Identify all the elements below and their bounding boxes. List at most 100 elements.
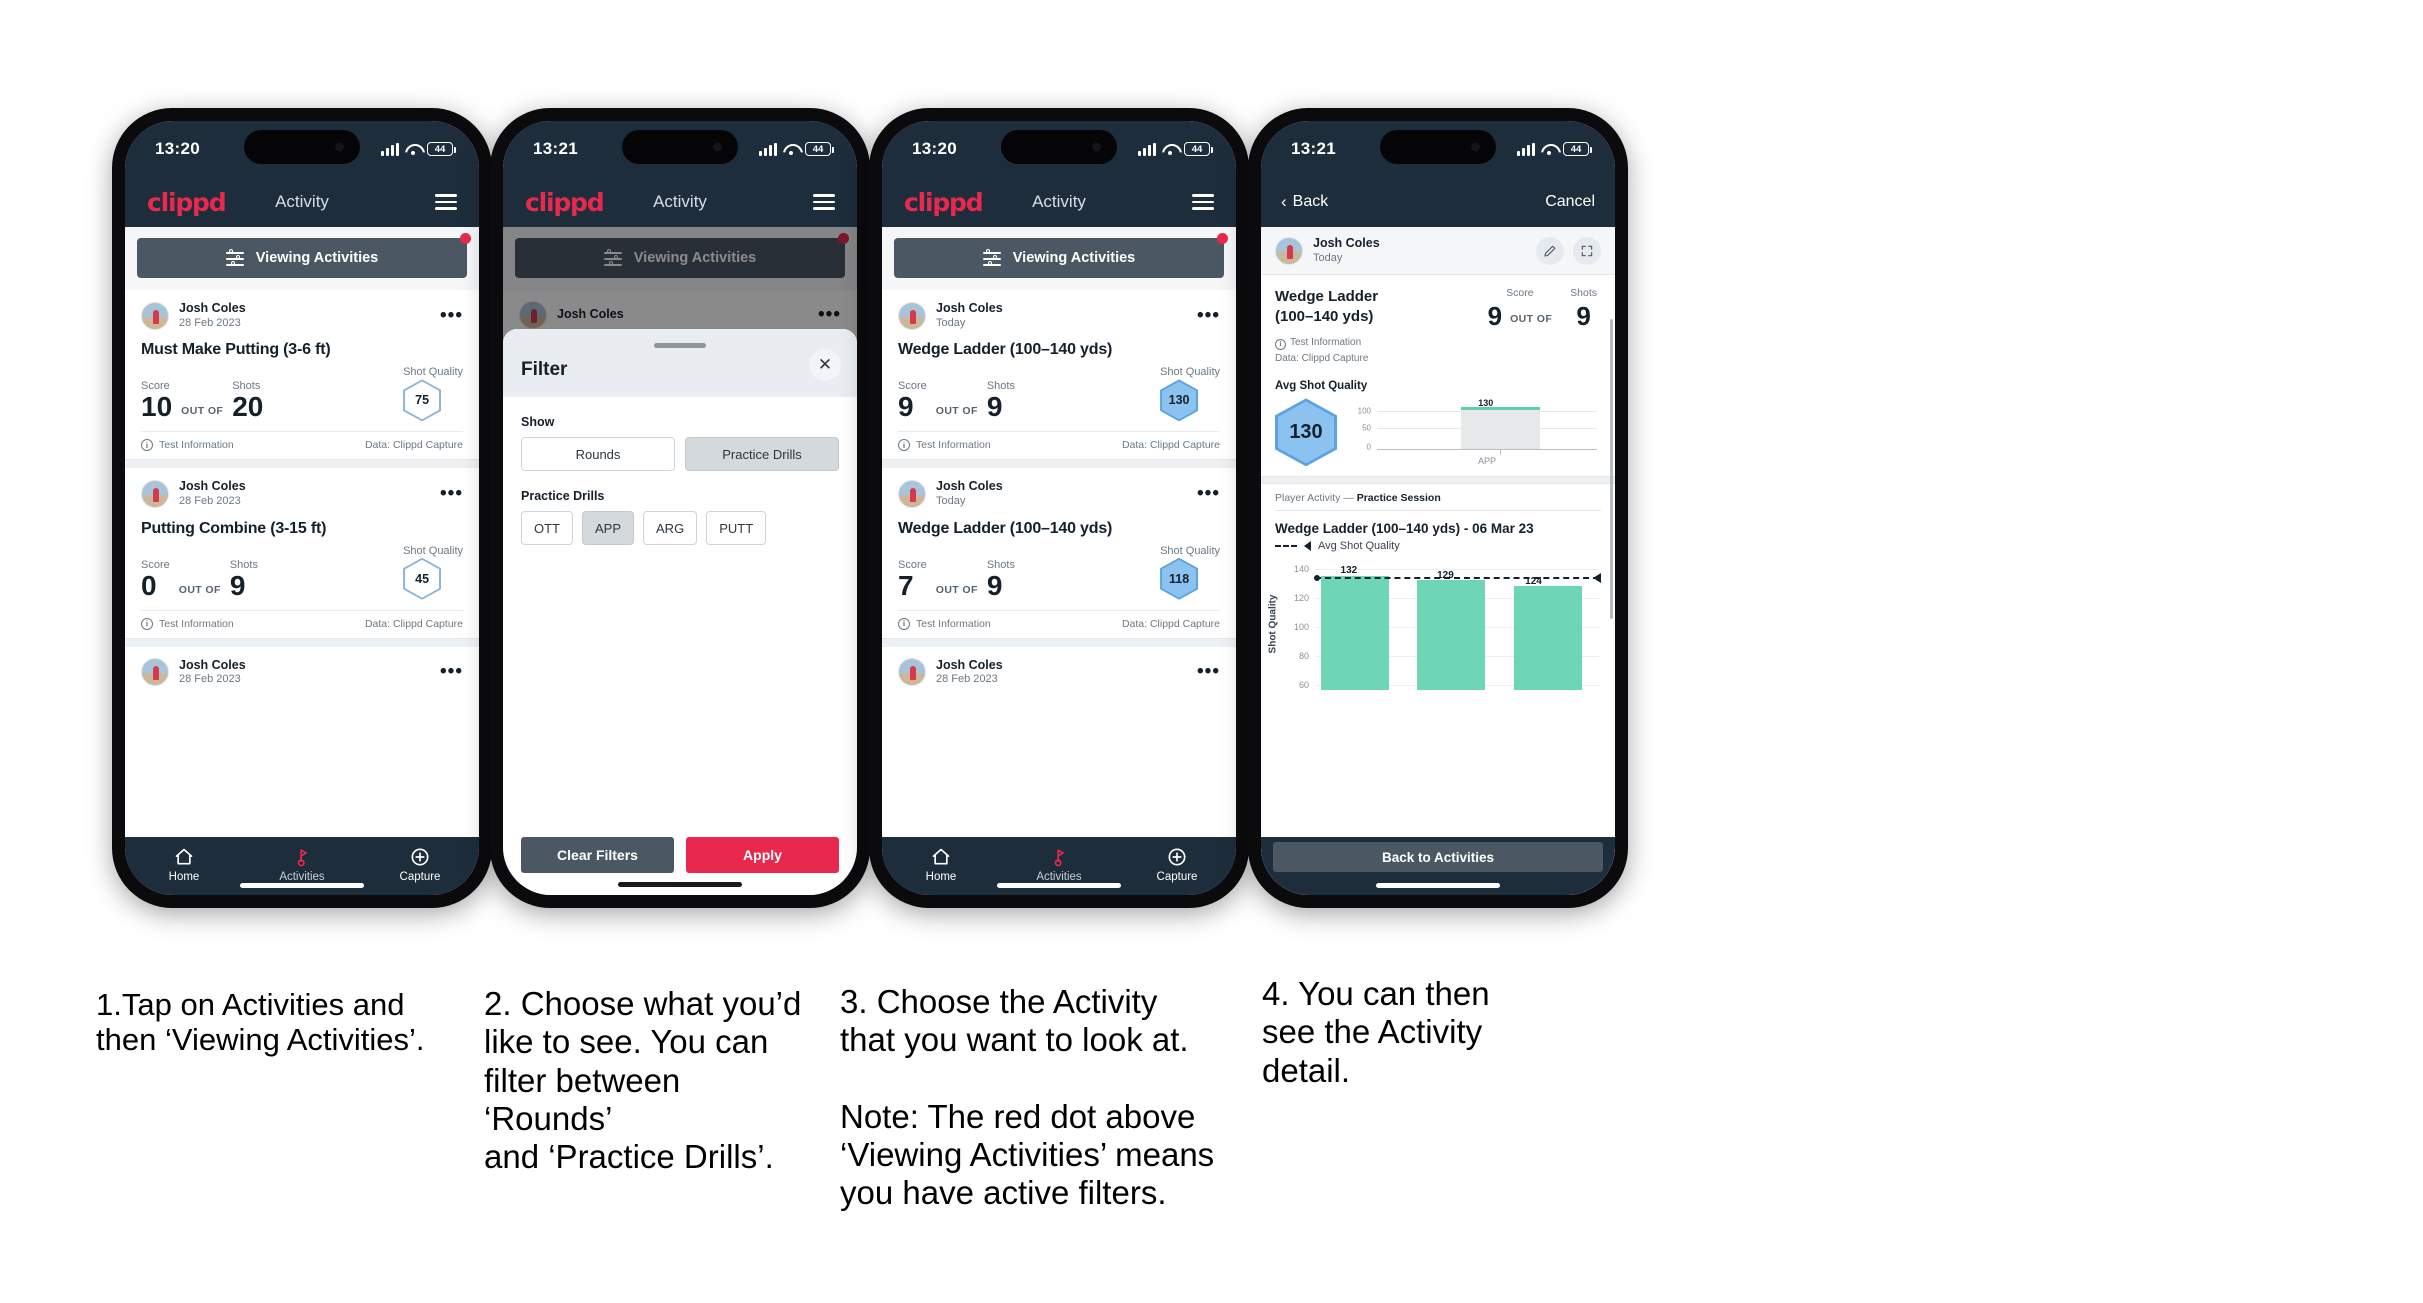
user-name: Josh Coles [179,657,246,672]
drill-chip-putt[interactable]: PUTT [706,511,767,545]
scrollbar[interactable] [1610,319,1613,619]
home-indicator [997,883,1121,888]
battery-level: 44 [812,143,824,155]
tab-home[interactable]: Home [125,846,243,883]
viewing-activities-button[interactable]: Viewing Activities [894,238,1224,278]
shot-quality-hexagon: 130 [1160,379,1199,422]
drill-chip-arg[interactable]: ARG [643,511,698,545]
out-of-label: OUT OF [935,405,978,418]
pencil-icon[interactable] [1536,236,1564,265]
viewing-activities-label: Viewing Activities [255,250,379,266]
data-source-label: Data: Clippd Capture [1275,352,1369,364]
tab-activities[interactable]: Activities [1000,846,1118,883]
activity-card[interactable]: Josh Coles 28 Feb 2023 ••• Must Make Put… [125,290,479,460]
sheet-grabber[interactable] [654,343,706,348]
plus-circle-icon [1118,846,1236,868]
section-divider [1261,476,1615,485]
activity-card[interactable]: Josh Coles Today ••• Wedge Ladder (100–1… [882,468,1236,638]
data-source-label: Data: Clippd Capture [364,439,463,452]
more-options-icon[interactable]: ••• [440,306,463,325]
score-value: 9 [1487,301,1503,332]
activity-card-partial[interactable]: Josh Coles 28 Feb 2023 ••• [125,646,479,688]
viewing-activities-button[interactable]: Viewing Activities [137,238,467,278]
drill-chip-ott[interactable]: OTT [521,511,573,545]
bottom-tab-bar-1: Home Activities Capture [125,837,479,895]
activity-card[interactable]: Josh Coles 28 Feb 2023 ••• Putting Combi… [125,468,479,638]
tab-capture[interactable]: Capture [1118,846,1236,883]
user-info: Josh Coles Today [936,301,1003,330]
ytick: 60 [1298,680,1309,691]
mini-bar-cap [1460,406,1540,410]
page-title: Activity [653,192,707,211]
show-option-rounds[interactable]: Rounds [521,437,675,471]
card-footer: i Test Information Data: Clippd Capture [141,431,463,459]
card-separator [882,459,1236,469]
back-button[interactable]: ‹ Back [1281,192,1328,212]
more-options-icon[interactable]: ••• [1197,484,1220,503]
activity-list-3[interactable]: Josh Coles Today ••• Wedge Ladder (100–1… [882,290,1236,837]
user-info: Josh Coles 28 Feb 2023 [179,658,246,687]
chart-y-axis: 140 120 100 80 60 [1287,558,1311,690]
dynamic-island [1380,130,1496,164]
hamburger-icon[interactable] [1192,190,1214,214]
activity-card-partial[interactable]: Josh Coles 28 Feb 2023 ••• [882,646,1236,688]
shot-quality-bar-chart: Shot Quality 140 120 100 80 60 132 129 1… [1268,558,1601,691]
show-segmented-control: Rounds Practice Drills [521,437,839,471]
more-options-icon[interactable]: ••• [1197,662,1220,681]
detail-title-block: Wedge Ladder (100–140 yds) i Test Informa… [1275,287,1403,366]
more-options-icon[interactable]: ••• [440,662,463,681]
show-option-practice-drills[interactable]: Practice Drills [685,437,839,471]
battery-level: 44 [1570,143,1582,155]
score-column: Score 0 [141,559,170,600]
hamburger-icon[interactable] [435,190,457,214]
average-line-arrow [1593,572,1601,583]
tab-capture[interactable]: Capture [361,846,479,883]
score-value: 0 [141,569,157,601]
chart-bar-label: 132 [1340,564,1358,576]
tab-label: Capture [1156,870,1198,883]
card-header: Josh Coles 28 Feb 2023 ••• [141,658,463,687]
more-options-icon[interactable]: ••• [440,484,463,503]
shots-column: Shots 9 [987,380,1015,421]
drill-chip-app[interactable]: APP [582,511,635,545]
clear-filters-button[interactable]: Clear Filters [521,837,674,873]
tutorial-screenshot: 13:20 44 clippd Activity Viewing Activit… [0,0,2423,1303]
user-info: Josh Coles 28 Feb 2023 [936,658,1003,687]
activity-stats: Score 10 OUT OF Shots 20 Shot Quality 75 [141,361,463,431]
golf-flag-icon [1000,846,1118,868]
avatar [141,480,169,509]
player-activity-subheader: Player Activity — Practice Session [1261,484,1615,511]
dashed-line-icon [1275,545,1297,548]
user-name: Josh Coles [936,479,1003,494]
apply-button[interactable]: Apply [686,837,839,873]
status-icons: 44 [381,142,456,156]
practice-drills-label: Practice Drills [521,489,605,503]
cancel-button[interactable]: Cancel [1545,193,1595,211]
activity-date: Today [936,316,966,329]
avatar [1275,236,1303,265]
score-label: Score [898,558,927,571]
status-time: 13:20 [155,139,200,158]
shot-quality-group: Shot Quality 45 [403,545,463,600]
activity-date: 28 Feb 2023 [179,495,241,507]
shot-quality-group: Shot Quality 75 [403,366,463,422]
score-group: Score 9 OUT OF Shots 9 [898,380,1015,421]
dynamic-island [244,130,360,164]
tab-activities[interactable]: Activities [243,846,361,883]
close-icon[interactable]: ✕ [809,349,841,381]
ytick: 140 [1293,563,1309,574]
user-info: Josh Coles 28 Feb 2023 [179,479,246,508]
score-label: Score [1506,287,1534,300]
more-options-icon[interactable]: ••• [1197,306,1220,325]
hamburger-icon[interactable] [813,190,835,214]
drill-chip-group: OTT APP ARG PUTT [521,511,839,545]
activity-card[interactable]: Josh Coles Today ••• Wedge Ladder (100–1… [882,290,1236,460]
activity-title: Wedge Ladder (100–140 yds) [898,341,1113,359]
screen-3: 13:20 44 clippd Activity Viewing Activit… [882,121,1236,895]
activity-list-1[interactable]: Josh Coles 28 Feb 2023 ••• Must Make Put… [125,290,479,837]
user-info: Josh Coles Today [936,479,1003,508]
back-to-activities-button[interactable]: Back to Activities [1273,842,1603,872]
expand-icon[interactable] [1573,236,1601,265]
tab-home[interactable]: Home [882,846,1000,883]
info-icon: i [898,439,910,452]
